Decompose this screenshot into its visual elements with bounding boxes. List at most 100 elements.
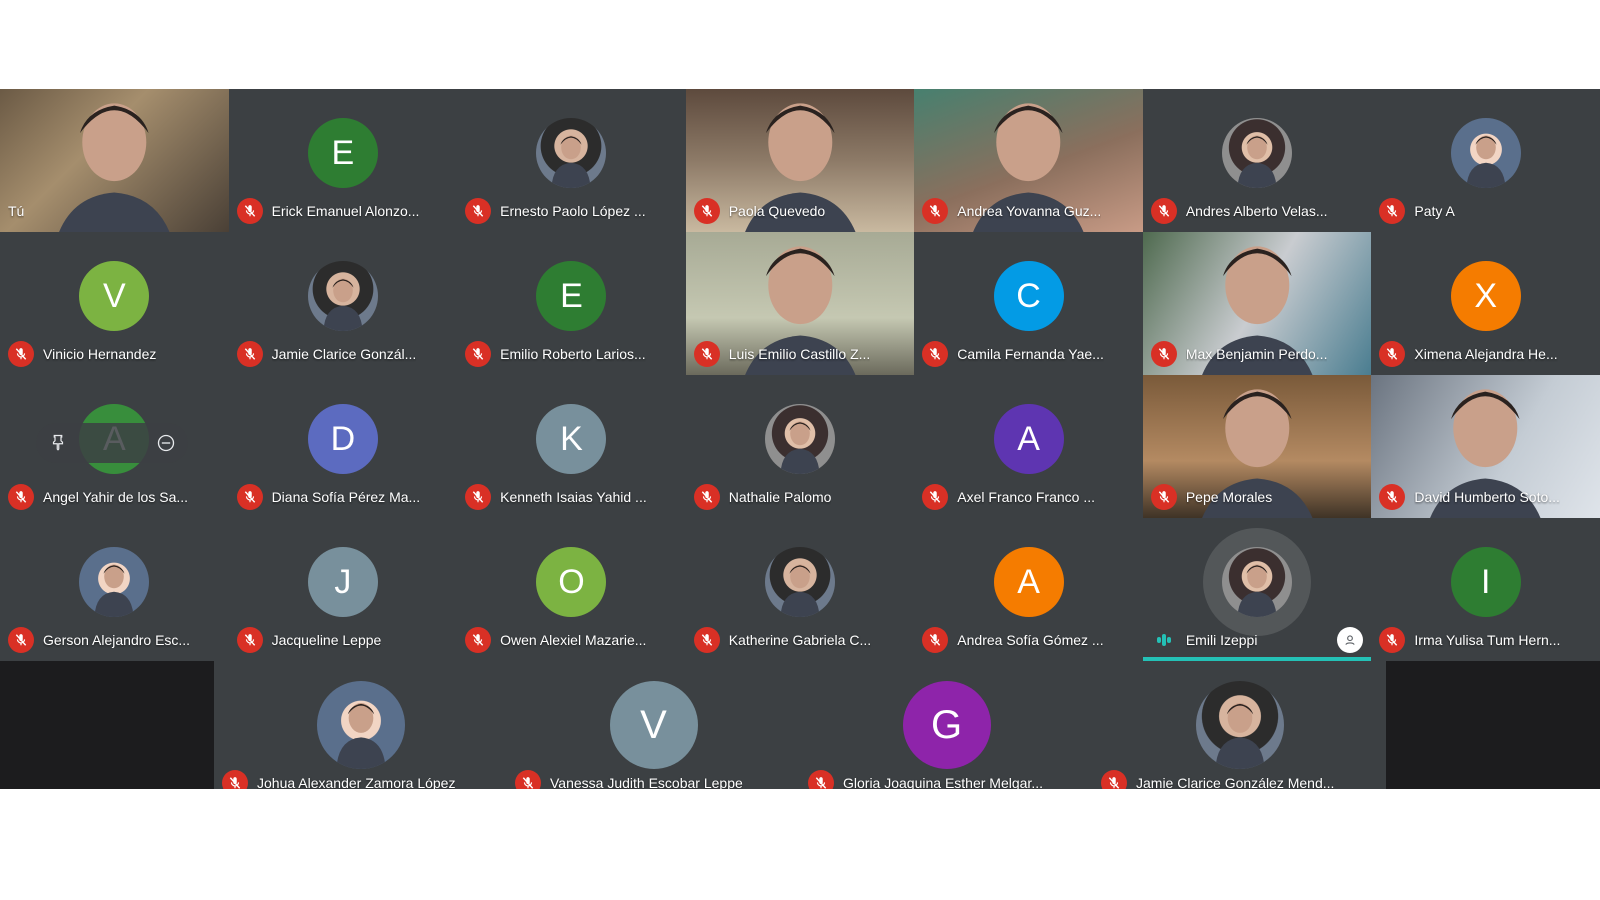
- participant-name: Gerson Alejandro Esc...: [43, 632, 191, 648]
- participant-tile[interactable]: Katherine Gabriela C...: [685, 518, 915, 661]
- participant-name: Ximena Alejandra He...: [1414, 346, 1558, 362]
- avatar-initial: I: [1480, 562, 1491, 601]
- participant-name: Andrea Sofía Gómez ...: [957, 632, 1104, 648]
- mic-off-icon: [693, 627, 720, 653]
- participant-tile[interactable]: D Diana Sofía Pérez Ma...: [228, 375, 458, 518]
- participant-photo-avatar: [1195, 681, 1284, 769]
- avatar-initial: A: [1017, 562, 1040, 601]
- participant-avatar: G: [902, 681, 991, 769]
- participant-tile[interactable]: O Owen Alexiel Mazarie...: [457, 518, 686, 661]
- participant-tile[interactable]: E Erick Emanuel Alonzo...: [228, 89, 458, 232]
- participant-tile[interactable]: Luis Emilio Castillo Z...: [685, 232, 915, 375]
- participant-nameplate: Luis Emilio Castillo Z...: [693, 341, 909, 367]
- participant-photo-avatar: [1222, 118, 1293, 188]
- participant-photo-avatar: [536, 118, 607, 188]
- mic-off-icon: [222, 770, 248, 789]
- participant-avatar: A: [993, 547, 1064, 617]
- participant-nameplate: Gerson Alejandro Esc...: [8, 627, 223, 653]
- participant-name: Paty A: [1414, 203, 1455, 219]
- participant-tile[interactable]: Pepe Morales: [1142, 375, 1372, 518]
- participant-tile[interactable]: Emili Izeppi: [1142, 518, 1372, 661]
- participant-avatar: X: [1450, 261, 1521, 331]
- participant-name: Pepe Morales: [1185, 489, 1273, 505]
- participant-nameplate: David Humberto Soto...: [1379, 484, 1594, 510]
- participant-avatar: V: [609, 681, 698, 769]
- participant-tile[interactable]: Johua Alexander Zamora López: [214, 661, 507, 789]
- participant-tile[interactable]: Jamie Clarice Gonzál...: [228, 232, 458, 375]
- participant-name: Luis Emilio Castillo Z...: [728, 346, 871, 362]
- participant-nameplate: Angel Yahir de los Sa...: [8, 484, 223, 510]
- participant-name: Vanessa Judith Escobar Leppe: [550, 775, 743, 789]
- participant-tile[interactable]: C Camila Fernanda Yae...: [914, 232, 1143, 375]
- participant-tile[interactable]: AAngel Yahir de los Sa...: [0, 375, 229, 518]
- participant-tile[interactable]: Gerson Alejandro Esc...: [0, 518, 229, 661]
- participant-nameplate: Gloria Joaquina Esther Melgar...: [808, 770, 1087, 789]
- participant-tile[interactable]: Paola Quevedo: [685, 89, 915, 232]
- participant-tile[interactable]: Tú: [0, 89, 229, 232]
- mic-off-icon: [236, 627, 263, 653]
- mic-off-icon: [8, 627, 34, 653]
- participant-name: Andres Alberto Velas...: [1185, 203, 1328, 219]
- participant-nameplate: Camila Fernanda Yae...: [922, 341, 1137, 367]
- participant-nameplate: Pepe Morales: [1150, 484, 1366, 510]
- participant-tile[interactable]: Ernesto Paolo López ...: [457, 89, 686, 232]
- participant-tile[interactable]: Max Benjamin Perdo...: [1142, 232, 1372, 375]
- participant-name: Emilio Roberto Larios...: [500, 346, 646, 362]
- participant-nameplate: Owen Alexiel Mazarie...: [465, 627, 680, 653]
- mic-off-icon: [922, 341, 949, 367]
- participant-tile[interactable]: E Emilio Roberto Larios...: [457, 232, 686, 375]
- participant-nameplate: Diana Sofía Pérez Ma...: [236, 484, 452, 510]
- mic-off-icon: [922, 484, 949, 510]
- participant-photo-avatar: [307, 261, 378, 331]
- participant-name: Jamie Clarice González Mend...: [1136, 775, 1335, 789]
- participant-name: Jamie Clarice Gonzál...: [271, 346, 417, 362]
- participant-tile[interactable]: Nathalie Palomo: [685, 375, 915, 518]
- participant-tile[interactable]: G Gloria Joaquina Esther Melgar...: [800, 661, 1093, 789]
- participant-name: Andrea Yovanna Guz...: [957, 203, 1102, 219]
- participant-name: Gloria Joaquina Esther Melgar...: [843, 775, 1043, 789]
- participant-name: Max Benjamin Perdo...: [1185, 346, 1328, 362]
- participant-tile[interactable]: A Andrea Sofía Gómez ...: [914, 518, 1143, 661]
- participant-tile[interactable]: Jamie Clarice González Mend...: [1093, 661, 1386, 789]
- participant-tile[interactable]: I Irma Yulisa Tum Hern...: [1371, 518, 1600, 661]
- participant-name: Diana Sofía Pérez Ma...: [271, 489, 421, 505]
- participant-tile[interactable]: A Axel Franco Franco ...: [914, 375, 1143, 518]
- participant-nameplate: Axel Franco Franco ...: [922, 484, 1137, 510]
- participant-name: Nathalie Palomo: [728, 489, 832, 505]
- mic-off-icon: [1379, 627, 1406, 653]
- participant-tile[interactable]: Andrea Yovanna Guz...: [914, 89, 1143, 232]
- participant-avatar: D: [307, 404, 378, 474]
- participant-avatar: K: [536, 404, 607, 474]
- participant-tile[interactable]: V Vinicio Hernandez: [0, 232, 229, 375]
- participant-tile[interactable]: V Vanessa Judith Escobar Leppe: [507, 661, 800, 789]
- empty-area: [1386, 661, 1600, 789]
- participant-avatar: O: [536, 547, 607, 617]
- participant-avatar: E: [536, 261, 607, 331]
- participant-nameplate: Andrea Yovanna Guz...: [922, 198, 1137, 224]
- participant-avatar: V: [79, 261, 150, 331]
- remove-icon[interactable]: [152, 429, 180, 457]
- pin-icon[interactable]: [44, 429, 72, 457]
- participant-nameplate: Andrea Sofía Gómez ...: [922, 627, 1137, 653]
- mic-off-icon: [465, 341, 492, 367]
- participant-nameplate: Jamie Clarice González Mend...: [1101, 770, 1380, 789]
- avatar-initial: E: [331, 133, 355, 172]
- participant-nameplate: Nathalie Palomo: [693, 484, 909, 510]
- participant-tile[interactable]: K Kenneth Isaias Yahid ...: [457, 375, 686, 518]
- participant-nameplate: Vinicio Hernandez: [8, 341, 223, 367]
- participant-tile[interactable]: X Ximena Alejandra He...: [1371, 232, 1600, 375]
- participant-tile[interactable]: Andres Alberto Velas...: [1142, 89, 1372, 232]
- participant-photo-avatar: [1222, 547, 1293, 617]
- mic-off-icon: [1379, 484, 1406, 510]
- audio-level-icon: [1151, 627, 1177, 653]
- mic-off-icon: [808, 770, 834, 789]
- participant-grid: Tú E Erick Emanuel Alonzo... Ernesto Paolo …: [0, 89, 1600, 789]
- participant-tile[interactable]: Paty A: [1371, 89, 1600, 232]
- participant-nameplate: Jacqueline Leppe: [236, 627, 452, 653]
- participant-nameplate: Emili Izeppi: [1151, 627, 1366, 653]
- mic-off-icon: [1150, 484, 1177, 510]
- participant-tile[interactable]: David Humberto Soto...: [1371, 375, 1600, 518]
- participant-nameplate: Paty A: [1379, 198, 1594, 224]
- participant-name: Katherine Gabriela C...: [728, 632, 872, 648]
- participant-tile[interactable]: J Jacqueline Leppe: [228, 518, 458, 661]
